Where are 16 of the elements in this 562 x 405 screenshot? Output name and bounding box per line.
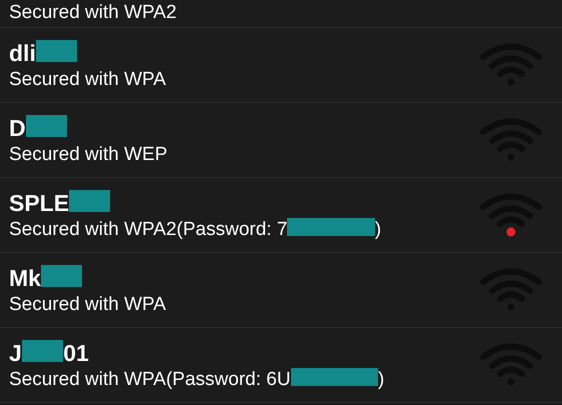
redaction-block [36, 40, 78, 62]
redaction-block [69, 190, 110, 212]
security-text: Secured with WPA [9, 68, 166, 92]
security-text: Secured with WPA [9, 292, 166, 316]
redaction-block [40, 265, 82, 288]
network-name: SPLE [9, 188, 382, 216]
redaction-block [22, 340, 64, 362]
network-name: D [9, 114, 168, 142]
network-name: J 01 [9, 338, 90, 366]
security-text: Secured with WPA2(Password: 7 ) [9, 216, 382, 242]
security-text: Secured with WPA2 [9, 1, 177, 25]
redaction-block [26, 115, 68, 138]
security-text: Secured with WPA(Password: 6U ) [9, 366, 384, 392]
security-text: Secured with WEP [9, 142, 168, 166]
network-name: dli [9, 38, 166, 66]
network-name: Mk [9, 264, 166, 292]
